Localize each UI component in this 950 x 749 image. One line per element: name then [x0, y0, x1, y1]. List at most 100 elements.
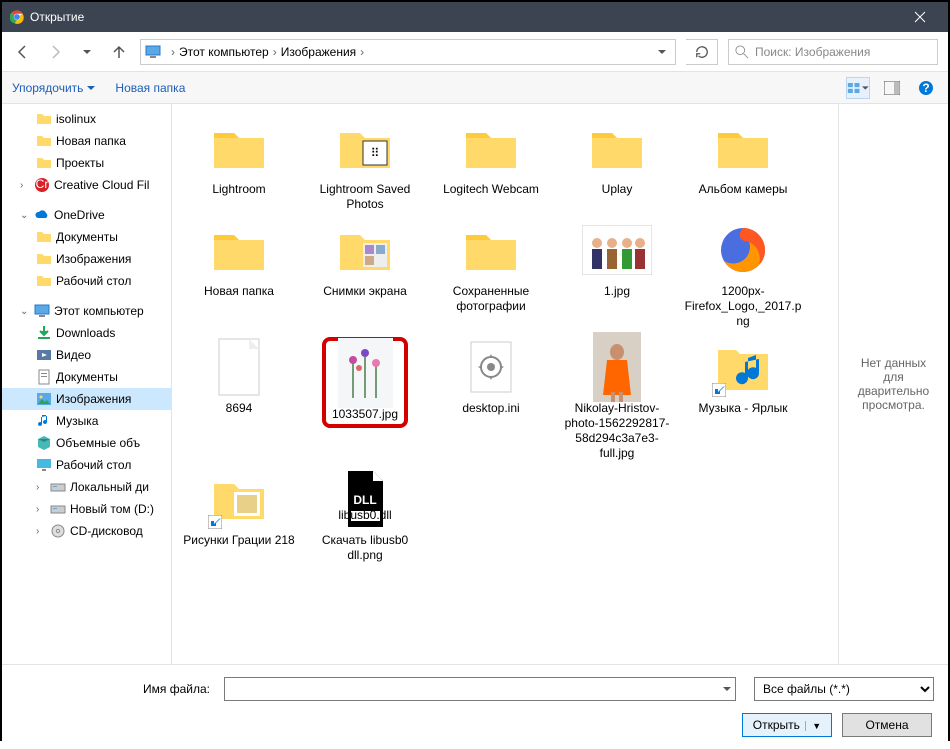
sidebar-item[interactable]: Изображения [2, 388, 171, 410]
breadcrumb[interactable]: › Этот компьютер › Изображения › [140, 39, 676, 65]
new-folder-button[interactable]: Новая папка [115, 81, 185, 95]
file-item[interactable]: Uplay [554, 114, 680, 216]
file-list[interactable]: Lightroom ⠿ Lightroom Saved Photos Logitech… [172, 104, 838, 664]
cancel-button[interactable]: Отмена [842, 713, 932, 737]
sidebar-item-label: Локальный ди [70, 480, 149, 494]
sidebar-item-label: Рабочий стол [56, 274, 131, 288]
sidebar-item[interactable]: ›CrCreative Cloud Fil [2, 174, 171, 196]
filename-label: Имя файла: [16, 682, 216, 696]
sidebar-item-label: Объемные объ [56, 436, 140, 450]
sidebar-item[interactable]: Проекты [2, 152, 171, 174]
open-button[interactable]: Открыть ▼ [742, 713, 832, 737]
sidebar-item[interactable]: isolinux [2, 108, 171, 130]
forward-button[interactable] [44, 41, 66, 63]
file-label: Nikolay-Hristov-photo-1562292817-58d294c… [558, 401, 676, 461]
file-item[interactable]: Nikolay-Hristov-photo-1562292817-58d294c… [554, 333, 680, 465]
sidebar-item-label: Рабочий стол [56, 458, 131, 472]
file-item[interactable]: 1033507.jpg [302, 333, 428, 465]
sidebar-item[interactable]: Рабочий стол [2, 454, 171, 476]
back-button[interactable] [12, 41, 34, 63]
sidebar-item[interactable]: ⌄OneDrive [2, 204, 171, 226]
close-button[interactable] [900, 2, 940, 32]
file-label: 8694 [226, 401, 253, 416]
sidebar-item-label: isolinux [56, 112, 96, 126]
sidebar-item-label: Creative Cloud Fil [54, 178, 149, 192]
recent-dropdown[interactable] [76, 41, 98, 63]
breadcrumb-dropdown[interactable] [653, 47, 671, 57]
preview-pane-button[interactable] [880, 77, 904, 99]
file-item[interactable]: DLLlibusb0.dllСкачать libusb0 dll.png [302, 465, 428, 567]
help-button[interactable]: ? [914, 77, 938, 99]
svg-text:⠿: ⠿ [371, 146, 380, 160]
sidebar-item-label: OneDrive [54, 208, 105, 222]
file-label: desktop.ini [462, 401, 519, 416]
file-item[interactable]: Рисунки Грации 218 [176, 465, 302, 567]
file-item[interactable]: 8694 [176, 333, 302, 465]
filename-input[interactable] [224, 677, 736, 701]
toolbar: Упорядочить Новая папка ? [2, 72, 948, 104]
sidebar-item[interactable]: Downloads [2, 322, 171, 344]
sidebar-item[interactable]: Новая папка [2, 130, 171, 152]
file-item[interactable]: Сохраненные фотографии [428, 216, 554, 333]
chrome-icon [10, 10, 24, 24]
search-icon [735, 45, 749, 59]
sidebar-item[interactable]: ⌄Этот компьютер [2, 300, 171, 322]
sidebar-item[interactable]: Видео [2, 344, 171, 366]
file-label: Logitech Webcam [443, 182, 539, 197]
sidebar-item[interactable]: Документы [2, 366, 171, 388]
sidebar-item-label: Downloads [56, 326, 115, 340]
file-label: 1033507.jpg [330, 407, 400, 422]
pc-icon [145, 44, 161, 60]
svg-text:Cr: Cr [36, 177, 49, 191]
svg-text:?: ? [922, 81, 929, 95]
sidebar-item[interactable]: Объемные объ [2, 432, 171, 454]
file-item[interactable]: desktop.ini [428, 333, 554, 465]
file-item[interactable]: Logitech Webcam [428, 114, 554, 216]
sidebar-item[interactable]: ›Локальный ди [2, 476, 171, 498]
view-mode-button[interactable] [846, 77, 870, 99]
file-label: Сохраненные фотографии [432, 284, 550, 314]
file-item[interactable]: Альбом камеры [680, 114, 806, 216]
breadcrumb-sep: › [273, 45, 277, 59]
sidebar-item-label: Этот компьютер [54, 304, 144, 318]
sidebar-item[interactable]: ›CD-дисковод [2, 520, 171, 542]
sidebar-item-label: Изображения [56, 252, 131, 266]
file-label: Lightroom [212, 182, 265, 197]
file-item[interactable]: Снимки экрана [302, 216, 428, 333]
sidebar-item[interactable]: Документы [2, 226, 171, 248]
file-type-filter[interactable]: Все файлы (*.*) [754, 677, 934, 701]
sidebar-item[interactable]: Музыка [2, 410, 171, 432]
breadcrumb-root[interactable]: Этот компьютер [179, 45, 269, 59]
sidebar-item[interactable]: Изображения [2, 248, 171, 270]
sidebar-item-label: Новый том (D:) [70, 502, 154, 516]
sidebar: isolinuxНовая папкаПроекты›CrCreative Cl… [2, 104, 172, 664]
file-label: Скачать libusb0 dll.png [306, 533, 424, 563]
sidebar-item-label: Музыка [56, 414, 98, 428]
sidebar-item-label: Проекты [56, 156, 104, 170]
refresh-button[interactable] [686, 39, 718, 65]
sidebar-item-label: CD-дисковод [70, 524, 143, 538]
file-label: 1.jpg [604, 284, 630, 299]
bottom-bar: Имя файла: Все файлы (*.*) Открыть ▼ Отм… [2, 664, 948, 749]
preview-text: Нет данных для дварительно просмотра. [849, 356, 938, 412]
main-area: isolinuxНовая папкаПроекты›CrCreative Cl… [2, 104, 948, 664]
window-title: Открытие [30, 10, 900, 24]
organize-menu[interactable]: Упорядочить [12, 81, 95, 95]
content-area: Lightroom ⠿ Lightroom Saved Photos Logitech… [172, 104, 948, 664]
search-input[interactable]: Поиск: Изображения [728, 39, 938, 65]
file-label: Lightroom Saved Photos [306, 182, 424, 212]
sidebar-item-label: Видео [56, 348, 91, 362]
up-button[interactable] [108, 41, 130, 63]
sidebar-item[interactable]: Рабочий стол [2, 270, 171, 292]
sidebar-item[interactable]: ›Новый том (D:) [2, 498, 171, 520]
file-label: Рисунки Грации 218 [183, 533, 294, 548]
file-item[interactable]: 1.jpg [554, 216, 680, 333]
file-item[interactable]: Музыка - Ярлык [680, 333, 806, 465]
file-item[interactable]: 1200px-Firefox_Logo,_2017.png [680, 216, 806, 333]
file-label: Новая папка [204, 284, 274, 299]
file-item[interactable]: ⠿ Lightroom Saved Photos [302, 114, 428, 216]
file-label: Снимки экрана [323, 284, 407, 299]
file-item[interactable]: Новая папка [176, 216, 302, 333]
file-item[interactable]: Lightroom [176, 114, 302, 216]
breadcrumb-current[interactable]: Изображения [281, 45, 356, 59]
